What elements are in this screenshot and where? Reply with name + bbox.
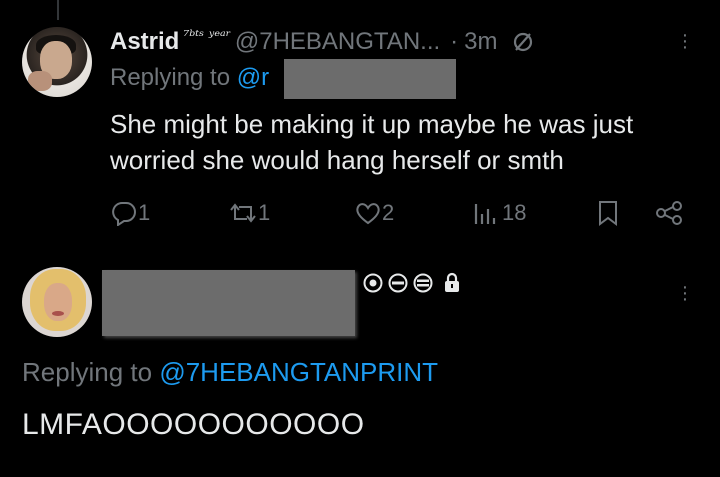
replying-to-label: Replying to <box>22 357 153 387</box>
replying-to-label: Replying to <box>110 64 231 91</box>
replying-to-line: Replying to @r <box>110 64 269 92</box>
replying-to-line: Replying to @7HEBANGTANPRINT <box>22 357 438 388</box>
reply-button[interactable]: 1 <box>110 196 150 230</box>
tweet-header: Astrid ⁷ᵇᵗˢ ʸᵉᵃʳ @7HEBANGTAN... · 3m <box>110 25 534 59</box>
redaction-box <box>284 59 456 99</box>
avatar[interactable] <box>22 267 92 337</box>
display-name[interactable]: Astrid <box>110 28 179 56</box>
like-count: 2 <box>382 200 395 225</box>
bookmark-button[interactable] <box>596 196 620 230</box>
circle-equals-icon <box>412 272 434 299</box>
mute-circle-icon <box>512 31 534 53</box>
repost-icon <box>228 200 258 226</box>
share-icon <box>654 200 684 226</box>
timestamp[interactable]: 3m <box>464 28 497 56</box>
repost-button[interactable]: 1 <box>228 196 270 230</box>
repost-count: 1 <box>258 200 271 225</box>
share-button[interactable] <box>654 196 684 230</box>
bookmark-icon <box>596 200 620 226</box>
name-badges <box>362 272 461 299</box>
user-handle[interactable]: @7HEBANGTAN... <box>235 28 440 56</box>
replying-to-mention[interactable]: @r <box>237 64 269 91</box>
view-count: 18 <box>502 200 527 225</box>
redaction-box <box>102 270 355 336</box>
views-icon <box>472 200 502 226</box>
like-button[interactable]: 2 <box>354 196 394 230</box>
lock-icon <box>443 272 461 299</box>
separator-dot: · <box>450 28 459 55</box>
heart-icon <box>354 200 382 226</box>
action-bar: 1 1 2 18 <box>110 196 710 230</box>
replying-to-mention[interactable]: @7HEBANGTANPRINT <box>159 357 438 387</box>
more-options-icon[interactable]: · · · <box>680 25 690 57</box>
name-emoji: ⁷ᵇᵗˢ ʸᵉᵃʳ <box>183 27 231 45</box>
thread-connector-line <box>57 0 59 20</box>
avatar[interactable] <box>22 27 92 97</box>
tweet-text: She might be making it up maybe he was j… <box>110 109 634 175</box>
more-options-icon[interactable]: · · · <box>680 277 690 309</box>
circle-minus-icon <box>387 272 409 299</box>
views-button[interactable]: 18 <box>472 196 526 230</box>
circle-dot-icon <box>362 272 384 299</box>
reply-icon <box>110 200 138 226</box>
reply-count: 1 <box>138 200 151 225</box>
tweet-text: LMFAOOOOOOOOOOO <box>22 408 365 441</box>
